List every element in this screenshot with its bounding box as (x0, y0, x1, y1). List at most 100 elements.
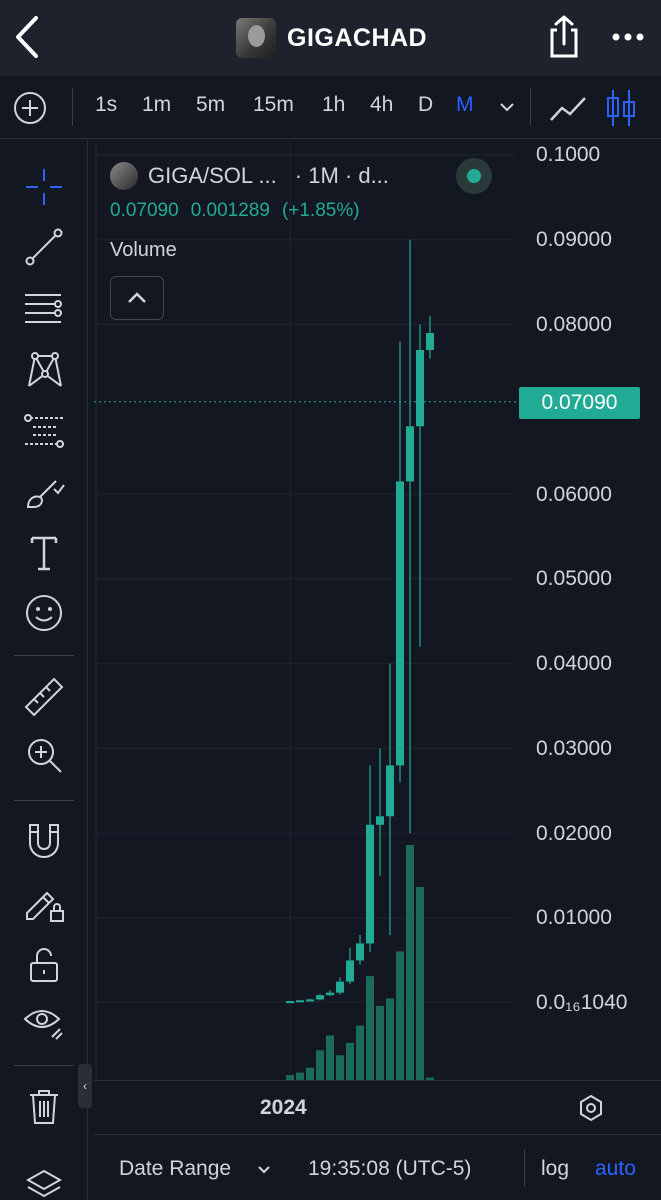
plus-circle-icon (14, 92, 46, 124)
interval-1h[interactable]: 1h (322, 93, 345, 117)
chart-settings-button[interactable] (576, 1093, 606, 1123)
legend-change-pct: (+1.85%) (281, 200, 360, 221)
candle-body (286, 1001, 294, 1004)
pattern-tool[interactable] (14, 344, 74, 398)
fib-icon (24, 414, 64, 448)
price-axis-label: 0.05000 (536, 567, 612, 590)
emoji-icon (26, 595, 62, 631)
log-scale-toggle[interactable]: log (541, 1157, 569, 1181)
volume-indicator-label[interactable]: Volume (110, 239, 177, 262)
date-range-button[interactable]: Date Range (119, 1157, 231, 1181)
chart-legend: GIGA/SOL ... · 1M · d... 0.07090 0.00128… (110, 158, 389, 222)
auto-scale-toggle[interactable]: auto (595, 1157, 636, 1181)
candle-body (336, 981, 344, 993)
crosshair-tool[interactable] (14, 160, 74, 214)
symbol-avatar (110, 162, 138, 190)
lock-tool[interactable] (14, 938, 74, 992)
horizontal-lines-tool[interactable] (14, 282, 74, 336)
volume-bar (346, 1042, 354, 1080)
current-price-tag: 0.07090 (519, 387, 640, 419)
candle-body (396, 481, 404, 766)
hide-tool[interactable] (14, 996, 74, 1050)
volume-bar (356, 1025, 364, 1080)
trend-line-icon (25, 228, 63, 266)
chevron-down-icon[interactable] (256, 1161, 272, 1177)
volume-bar (386, 998, 394, 1080)
drawing-toolbar (0, 140, 88, 1200)
price-axis-label: 0.03000 (536, 737, 612, 760)
share-button[interactable] (544, 14, 584, 60)
divider (14, 655, 74, 656)
candle-body (296, 1000, 304, 1003)
collapse-indicators-button[interactable] (110, 276, 164, 320)
price-axis-label: 0.1000 (536, 143, 601, 166)
pencil-lock-icon (26, 891, 64, 922)
volume-bar (326, 1035, 334, 1080)
ruler-tool[interactable] (14, 670, 74, 724)
fib-tool[interactable] (14, 404, 74, 458)
volume-bar (396, 951, 404, 1080)
interval-1s[interactable]: 1s (95, 93, 117, 117)
chevron-left-icon (16, 16, 38, 58)
top-nav-bar: GIGACHAD (0, 0, 661, 76)
candle-body (356, 943, 364, 961)
trash-icon (30, 1090, 58, 1124)
divider (530, 88, 531, 126)
candle-body (406, 426, 414, 482)
market-status-indicator[interactable] (456, 158, 492, 194)
volume-bar (336, 1055, 344, 1080)
interval-toolbar: 1s 1m 5m 15m 1h 4h D M (0, 76, 661, 139)
volume-bar (376, 1005, 384, 1080)
clock-timezone[interactable]: 19:35:08 (UTC-5) (308, 1157, 471, 1181)
candle-body (376, 816, 384, 825)
line-chart-icon (550, 97, 586, 121)
price-axis-label: 0.06000 (536, 483, 612, 506)
time-axis[interactable]: 2024 (94, 1080, 661, 1133)
candlestick-chart-button[interactable] (604, 88, 638, 128)
line-chart-button[interactable] (548, 90, 588, 126)
status-dot (467, 169, 481, 183)
volume-bar (316, 1050, 324, 1080)
zoom-in-tool[interactable] (14, 728, 74, 782)
page-title: GIGACHAD (287, 23, 428, 52)
brush-tool[interactable] (14, 466, 74, 520)
candle-body (346, 960, 354, 982)
legend-symbol[interactable]: GIGA/SOL ... (148, 163, 277, 189)
divider (14, 800, 74, 801)
candle-body (316, 995, 324, 1000)
candle-body (326, 992, 334, 996)
interval-1m[interactable]: 1m (142, 93, 171, 117)
object-tree-tool[interactable] (14, 1158, 74, 1200)
price-axis-label: 0.02000 (536, 822, 612, 845)
emoji-tool[interactable] (14, 586, 74, 640)
price-axis-label: 0.08000 (536, 313, 612, 336)
volume-bar (406, 845, 414, 1080)
interval-4h[interactable]: 4h (370, 93, 393, 117)
lock-drawings-tool[interactable] (14, 876, 74, 930)
toolbar-collapse-handle[interactable]: ‹ (78, 1064, 92, 1108)
volume-bar (366, 976, 374, 1080)
text-tool[interactable] (14, 526, 74, 580)
legend-price: 0.07090 (110, 200, 179, 221)
interval-m[interactable]: M (456, 93, 474, 117)
volume-bar (306, 1067, 314, 1080)
chart-pane[interactable] (94, 140, 661, 1080)
share-icon (550, 15, 578, 58)
magnet-tool[interactable] (14, 814, 74, 868)
price-axis-label: 0.04000 (536, 652, 612, 675)
candle-body (426, 333, 434, 350)
back-button[interactable] (8, 14, 48, 60)
divider (72, 88, 73, 126)
interval-5m[interactable]: 5m (196, 93, 225, 117)
interval-d[interactable]: D (418, 93, 433, 117)
more-button[interactable] (606, 22, 650, 52)
interval-15m[interactable]: 15m (253, 93, 294, 117)
brush-icon (26, 480, 65, 508)
interval-dropdown-button[interactable] (496, 96, 518, 118)
add-indicator-button[interactable] (12, 90, 48, 126)
lock-icon (30, 948, 58, 982)
trend-line-tool[interactable] (14, 220, 74, 274)
price-chart[interactable] (94, 140, 661, 1080)
divider (524, 1149, 525, 1187)
delete-tool[interactable] (14, 1080, 74, 1134)
